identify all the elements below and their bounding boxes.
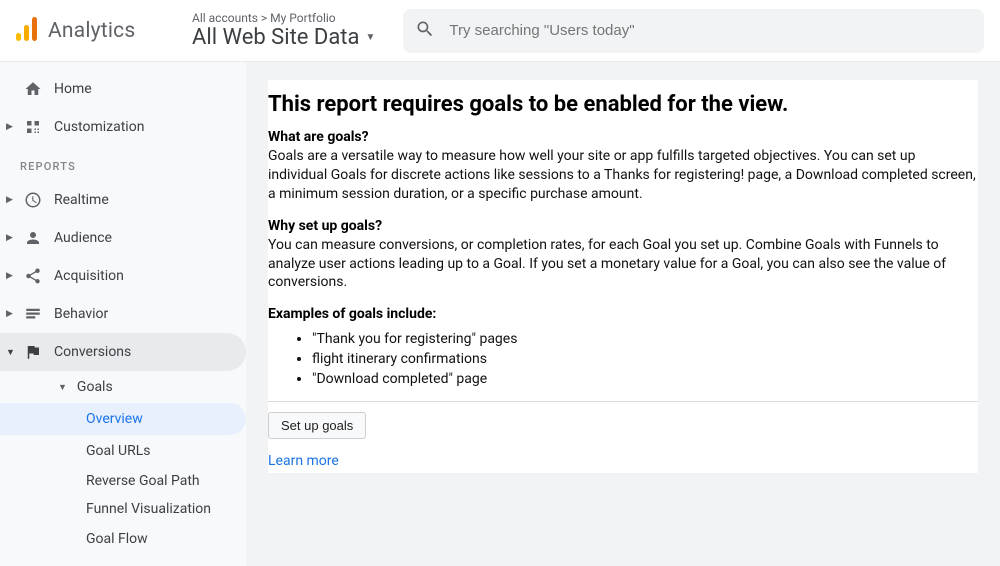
view-name: All Web Site Data [192,25,359,50]
share-icon [22,267,44,285]
learn-more-link[interactable]: Learn more [268,453,978,469]
clock-icon [22,191,44,209]
example-item: "Download completed" page [312,370,978,390]
example-item: "Thank you for registering" pages [312,330,978,350]
breadcrumb: All accounts > My Portfolio [192,11,375,25]
sidebar-item-conversions[interactable]: ▼ Conversions [0,333,246,371]
why-body: You can measure conversions, or completi… [268,236,978,293]
what-body: Goals are a versatile way to measure how… [268,147,978,204]
examples-heading: Examples of goals include: [268,306,978,322]
content-area: This report requires goals to be enabled… [246,62,1000,566]
sidebar-subitem-reverse-goal-path[interactable]: Reverse Goal Path [0,467,246,495]
sidebar-subitem-funnel-visualization[interactable]: Funnel Visualization [0,495,246,523]
chevron-down-icon: ▼ [58,382,67,393]
sidebar-item-audience[interactable]: ▶ Audience [0,219,246,257]
home-icon [22,80,44,98]
brand-area[interactable]: Analytics [16,17,164,45]
search-icon [415,19,435,43]
dashboard-icon [22,118,44,136]
sidebar-item-customization[interactable]: ▶ Customization [0,108,246,146]
chevron-down-icon: ▼ [365,32,375,43]
sidebar-item-behavior[interactable]: ▶ Behavior [0,295,246,333]
sidebar: ▶ Home ▶ Customization REPORTS ▶ Realtim… [0,62,246,566]
flag-icon [22,343,44,361]
header: Analytics All accounts > My Portfolio Al… [0,0,1000,62]
sidebar-subitem-overview[interactable]: Overview [0,403,246,435]
report-title: This report requires goals to be enabled… [268,92,978,117]
examples-list: "Thank you for registering" pages flight… [268,330,978,389]
analytics-logo-icon [16,17,38,45]
search-bar[interactable] [403,9,984,53]
sidebar-item-home[interactable]: ▶ Home [0,70,246,108]
brand-text: Analytics [48,19,135,43]
sidebar-subitem-goal-urls[interactable]: Goal URLs [0,435,246,467]
search-input[interactable] [449,22,972,39]
sidebar-subitem-goal-flow[interactable]: Goal Flow [0,523,246,555]
sidebar-item-realtime[interactable]: ▶ Realtime [0,181,246,219]
what-heading: What are goals? [268,129,978,145]
reports-section-header: REPORTS [0,146,246,181]
person-icon [22,229,44,247]
setup-goals-button[interactable]: Set up goals [268,412,366,439]
why-heading: Why set up goals? [268,218,978,234]
divider [268,401,978,402]
account-picker[interactable]: All accounts > My Portfolio All Web Site… [192,11,375,50]
example-item: flight itinerary confirmations [312,350,978,370]
sidebar-subitem-goals[interactable]: ▼ Goals [0,371,246,403]
sidebar-item-acquisition[interactable]: ▶ Acquisition [0,257,246,295]
report-panel: This report requires goals to be enabled… [268,80,978,473]
list-icon [22,305,44,323]
